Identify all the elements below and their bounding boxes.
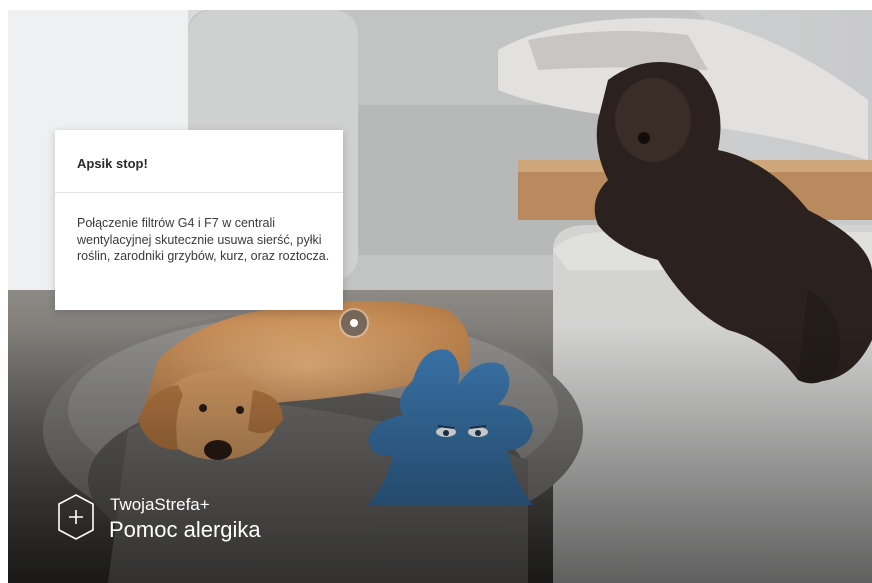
tooltip-title: Apsik stop! <box>77 156 148 171</box>
tooltip-divider <box>55 192 343 193</box>
tooltip-body: Połączenie filtrów G4 i F7 w centrali we… <box>77 216 330 263</box>
info-tooltip: Apsik stop! Połączenie filtrów G4 i F7 w… <box>55 130 343 310</box>
hotspot-dot-icon <box>350 319 358 327</box>
info-hotspot-button[interactable] <box>341 310 367 336</box>
brand-title: Pomoc alergika <box>109 517 261 542</box>
brand-subtitle: TwojaStrefa+ <box>110 495 210 514</box>
shield-plus-icon <box>58 494 94 540</box>
